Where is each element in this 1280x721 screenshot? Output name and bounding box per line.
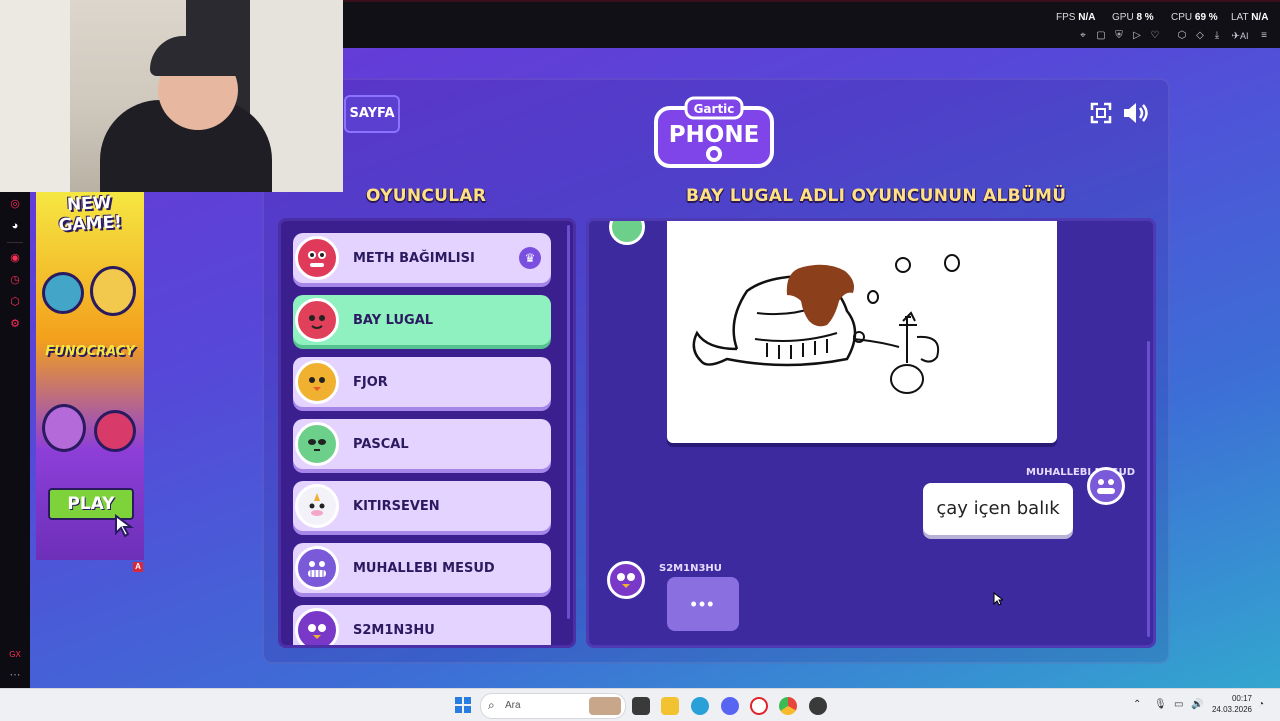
album-scrollbar[interactable] (1147, 341, 1150, 637)
download-icon[interactable]: ⤓ (1211, 30, 1223, 42)
ad-banner[interactable]: NEW GAME! FUNOCRACY PLAY (36, 192, 144, 560)
more-icon[interactable]: ⋯ (8, 668, 22, 682)
ad-badge[interactable]: A (133, 562, 143, 572)
players-title: OYUNCULAR (366, 186, 487, 206)
taskbar-search[interactable]: ⌕ Ara (480, 693, 626, 719)
avatar (295, 236, 339, 280)
player-name: BAY LUGAL (353, 312, 434, 328)
avatar (295, 360, 339, 404)
ad-brand: FUNOCRACY (45, 344, 135, 359)
ad-character-icon (42, 272, 84, 314)
drawer-avatar (609, 221, 645, 245)
avatar (295, 546, 339, 590)
cpu-stat: CPU 69 % (1171, 12, 1218, 23)
microphone-icon[interactable]: 🎙 (1154, 699, 1167, 710)
windows-taskbar: ⌕ Ara ⌃ 🎙 ▭ 🔊 00:17 24.03.2026 ◔ (0, 688, 1280, 721)
lat-stat: LAT N/A (1231, 12, 1269, 23)
history-icon[interactable]: ◷ (8, 273, 22, 287)
ai-icon[interactable]: ✈AI (1229, 30, 1251, 42)
sound-icon[interactable] (1122, 101, 1150, 125)
pin-icon[interactable]: ⌖ (1077, 30, 1089, 42)
gpu-stat: GPU 8 % (1112, 12, 1154, 23)
player-name: FJOR (353, 374, 388, 390)
volume-icon[interactable]: 🔊 (1191, 699, 1203, 710)
players-panel: METH BAĞIMLISI ♛ BAY LUGAL FJOR PASCAL K… (278, 218, 576, 648)
snapshot-icon[interactable]: ▢ (1095, 30, 1107, 42)
start-icon[interactable] (455, 697, 471, 713)
player-card-active[interactable]: BAY LUGAL (293, 295, 551, 345)
player-card[interactable]: FJOR (293, 357, 551, 407)
app-icon[interactable] (809, 697, 827, 715)
tray-chevron-icon[interactable]: ⌃ (1133, 699, 1141, 710)
discord-app-icon[interactable] (721, 697, 739, 715)
player-icon[interactable]: ◉ (8, 251, 22, 265)
search-highlight-icon (589, 697, 621, 715)
sidebar-divider (7, 242, 23, 243)
cube-icon[interactable]: ◇ (1194, 30, 1206, 42)
ad-character-icon (94, 410, 136, 452)
webcam-overlay (0, 0, 343, 192)
svg-text:PHONE: PHONE (669, 122, 760, 148)
avatar (295, 608, 339, 645)
extensions-icon[interactable]: ⬡ (8, 295, 22, 309)
svg-text:Gartic: Gartic (694, 102, 735, 116)
player-card[interactable]: METH BAĞIMLISI ♛ (293, 233, 551, 283)
album-panel: MUHALLEBI MESUD çay içen balık S2M1N3HU … (586, 218, 1156, 648)
players-scrollbar[interactable] (567, 225, 570, 619)
player-card[interactable]: KITIRSEVEN (293, 481, 551, 531)
drawing-canvas (667, 221, 1057, 443)
guess-author-avatar (1087, 467, 1125, 505)
player-card[interactable]: MUHALLEBI MESUD (293, 543, 551, 593)
player-name: KITIRSEVEN (353, 498, 440, 514)
player-name: METH BAĞIMLISI (353, 250, 475, 266)
fullscreen-icon[interactable] (1090, 102, 1112, 124)
play-icon[interactable]: ▷ (1131, 30, 1143, 42)
network-icon[interactable]: ▭ (1174, 699, 1183, 710)
player-name: S2M1N3HU (353, 622, 435, 638)
host-crown-icon: ♛ (519, 247, 541, 269)
webcam-wall (0, 0, 70, 192)
opera-gx-icon[interactable] (750, 697, 768, 715)
avatar (295, 298, 339, 342)
typing-author: S2M1N3HU (659, 563, 722, 574)
file-explorer-icon[interactable] (661, 697, 679, 715)
shield-icon[interactable]: ⛨ (1113, 30, 1125, 42)
album-title: BAY LUGAL ADLI OYUNCUNUN ALBÜMÜ (686, 186, 1067, 206)
clock-time: 00:17 (1231, 694, 1252, 703)
settings-icon[interactable]: ⚙ (8, 317, 22, 331)
player-name: MUHALLEBI MESUD (353, 560, 495, 576)
discord-icon[interactable]: ◕ (8, 219, 22, 233)
extensions-icon[interactable]: ⬡ (1176, 30, 1188, 42)
typing-indicator: ••• (667, 577, 739, 631)
guess-bubble: çay içen balık (923, 483, 1073, 535)
notification-icon[interactable]: ◔ (1258, 699, 1264, 710)
heart-icon[interactable]: ♡ (1149, 30, 1161, 42)
player-card[interactable]: PASCAL (293, 419, 551, 469)
player-card[interactable]: S2M1N3HU (293, 605, 551, 645)
gx-sidebar: ◎ ◕ ◉ ◷ ⬡ ⚙ GX ⋯ (0, 192, 30, 688)
ad-cursor-icon (114, 514, 135, 538)
chrome-icon[interactable] (779, 697, 797, 715)
menu-icon[interactable]: ≡ (1258, 30, 1270, 42)
avatar (295, 484, 339, 528)
task-view-icon[interactable] (632, 697, 650, 715)
clock[interactable]: 00:17 24.03.2026 (1208, 693, 1252, 715)
gx-footer-label: GX (9, 650, 21, 659)
player-name: PASCAL (353, 436, 409, 452)
search-placeholder: Ara (505, 700, 521, 711)
ad-character-icon (90, 266, 136, 316)
page-button[interactable]: SAYFA (344, 95, 400, 133)
ad-headline: NEW GAME! (58, 192, 123, 236)
search-icon: ⌕ (488, 698, 495, 712)
mouse-cursor (993, 591, 1005, 606)
typing-author-avatar (607, 561, 645, 599)
clock-date: 24.03.2026 (1211, 705, 1252, 714)
edge-icon[interactable] (691, 697, 709, 715)
webcam-headphones (150, 36, 244, 76)
ad-character-icon (42, 404, 86, 452)
gartic-phone-logo: Gartic PHONE (652, 96, 776, 170)
instagram-icon[interactable]: ◎ (8, 197, 22, 211)
avatar (295, 422, 339, 466)
fps-stat: FPS N/A (1056, 12, 1096, 23)
